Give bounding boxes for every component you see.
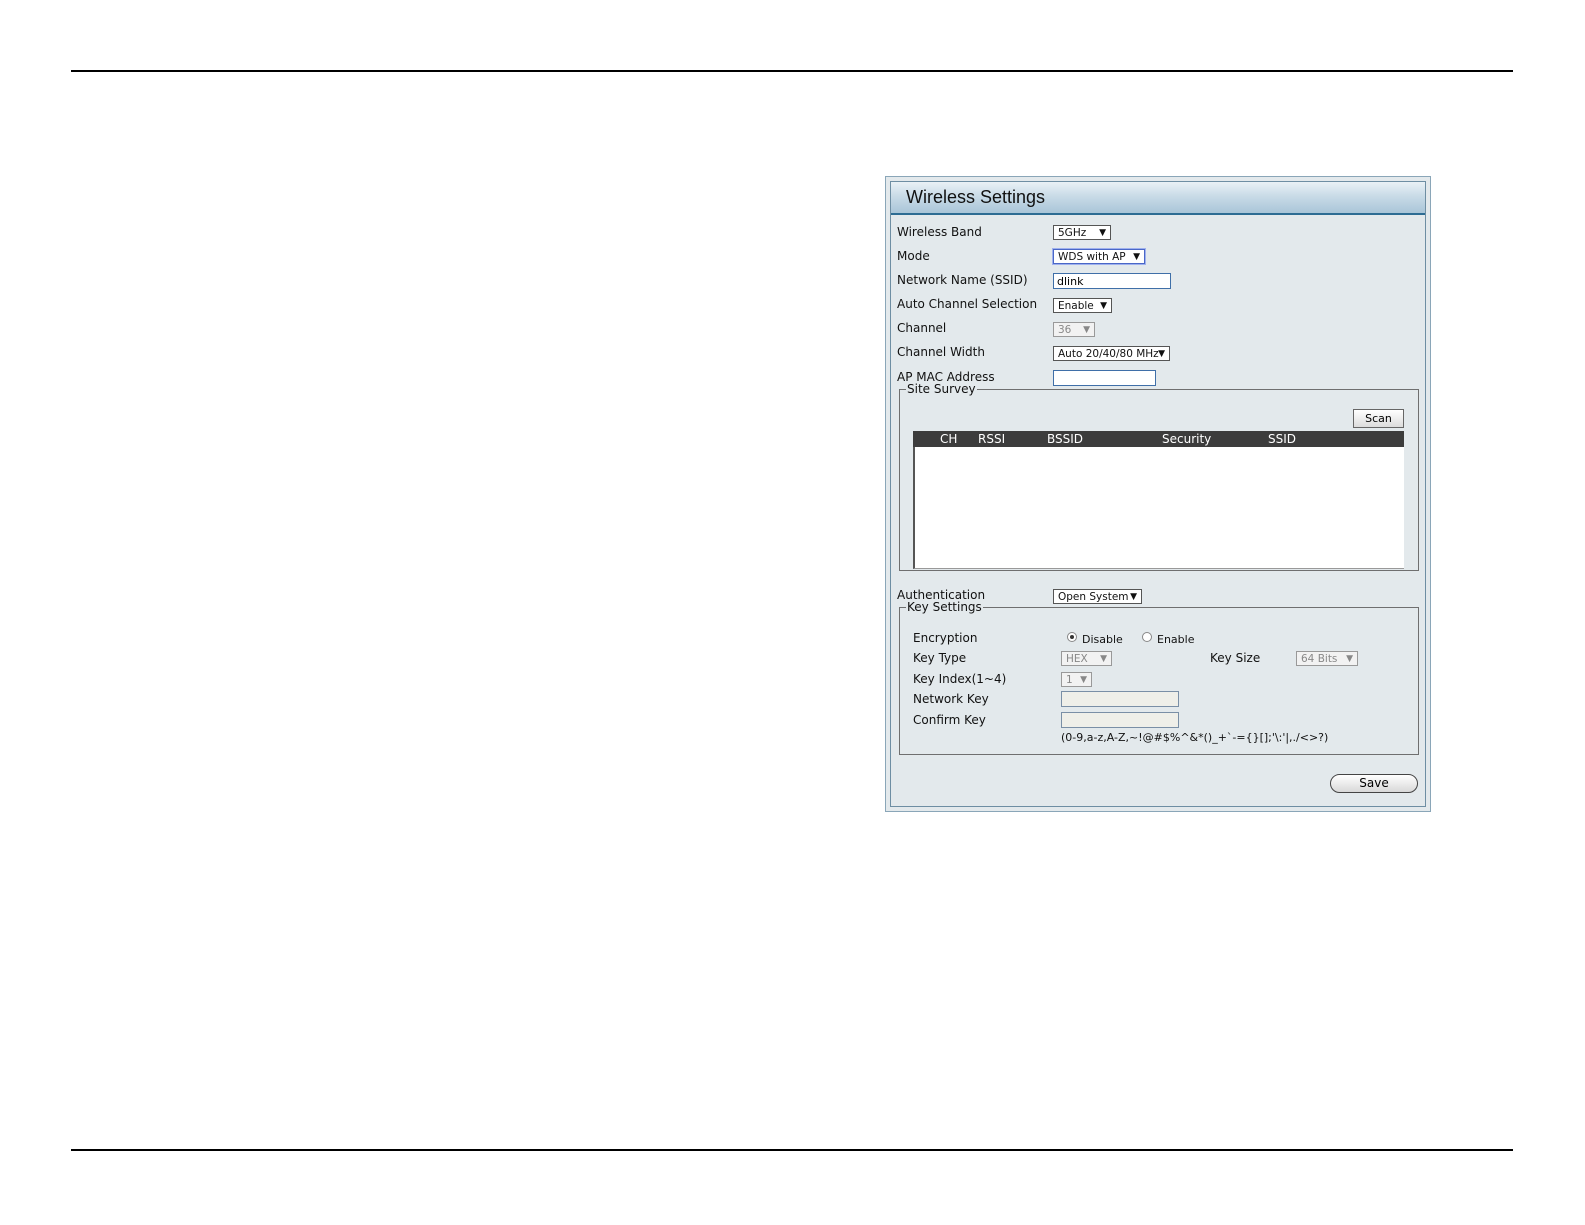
channel-label: Channel [897,321,947,335]
wireless-band-label: Wireless Band [897,225,982,239]
confirm-key-input[interactable] [1061,712,1179,728]
auto-channel-label: Auto Channel Selection [897,297,1038,311]
panel-title: Wireless Settings [906,187,1046,207]
mode-label: Mode [897,249,930,263]
col-security: Security [1162,432,1212,446]
chevron-down-icon: ▼ [1100,654,1107,664]
scan-button[interactable]: Scan [1353,409,1404,428]
wireless-band-select[interactable]: 5GHz ▼ [1053,225,1111,240]
channel-width-value: Auto 20/40/80 MHz [1058,348,1159,360]
key-size-label: Key Size [1210,651,1261,665]
channel-value: 36 [1058,324,1072,336]
col-rssi: RSSI [978,432,1006,446]
key-index-value: 1 [1066,674,1073,686]
chevron-down-icon: ▼ [1133,252,1140,262]
bottom-rule [71,1149,1513,1151]
confirm-key-label: Confirm Key [913,713,986,727]
key-settings-legend: Key Settings [907,600,982,614]
chevron-down-icon: ▼ [1346,654,1353,664]
key-index-select[interactable]: 1 ▼ [1061,672,1092,687]
channel-width-label: Channel Width [897,345,985,359]
mode-value: WDS with AP [1058,251,1126,263]
auto-channel-select[interactable]: Enable ▼ [1053,298,1112,313]
allowed-chars-hint: (0-9,a-z,A-Z,~!@#$%^&*()_+`-={}[];'\:'|,… [1061,731,1329,744]
encryption-disable-label: Disable [1082,633,1123,646]
survey-table-body[interactable] [913,447,1404,569]
key-type-label: Key Type [913,651,967,665]
save-button[interactable]: Save [1330,774,1418,793]
panel-inner: Wireless Settings Wireless Band 5GHz ▼ M… [890,181,1426,807]
wireless-settings-panel: Wireless Settings Wireless Band 5GHz ▼ M… [885,176,1431,812]
chevron-down-icon: ▼ [1080,675,1087,685]
key-size-select[interactable]: 64 Bits ▼ [1296,651,1358,666]
mode-select[interactable]: WDS with AP ▼ [1053,249,1145,264]
ssid-label: Network Name (SSID) [897,273,1028,287]
auto-channel-value: Enable [1058,300,1094,312]
key-index-label: Key Index(1~4) [913,672,1007,686]
chevron-down-icon: ▼ [1083,325,1090,335]
survey-table-header: CH RSSI BSSID Security SSID [913,431,1404,447]
panel-header: Wireless Settings [891,182,1425,215]
channel-width-select[interactable]: Auto 20/40/80 MHz ▼ [1053,346,1170,361]
encryption-disable-radio[interactable] [1067,632,1077,642]
key-type-select[interactable]: HEX ▼ [1061,651,1112,666]
encryption-label: Encryption [913,631,978,645]
chevron-down-icon: ▼ [1100,301,1107,311]
chevron-down-icon: ▼ [1158,349,1165,359]
channel-select[interactable]: 36 ▼ [1053,322,1095,337]
top-rule [71,70,1513,72]
chevron-down-icon: ▼ [1099,228,1106,238]
encryption-enable-radio[interactable] [1142,632,1152,642]
site-survey-legend: Site Survey [907,382,976,396]
col-ssid: SSID [1268,432,1297,446]
network-key-label: Network Key [913,692,989,706]
key-size-value: 64 Bits [1301,653,1338,665]
key-type-value: HEX [1066,653,1088,665]
col-ch: CH [940,432,958,446]
network-key-input[interactable] [1061,691,1179,707]
wireless-band-value: 5GHz [1058,227,1087,239]
encryption-enable-label: Enable [1157,633,1195,646]
ssid-input[interactable]: dlink [1053,273,1171,289]
col-bssid: BSSID [1047,432,1084,446]
